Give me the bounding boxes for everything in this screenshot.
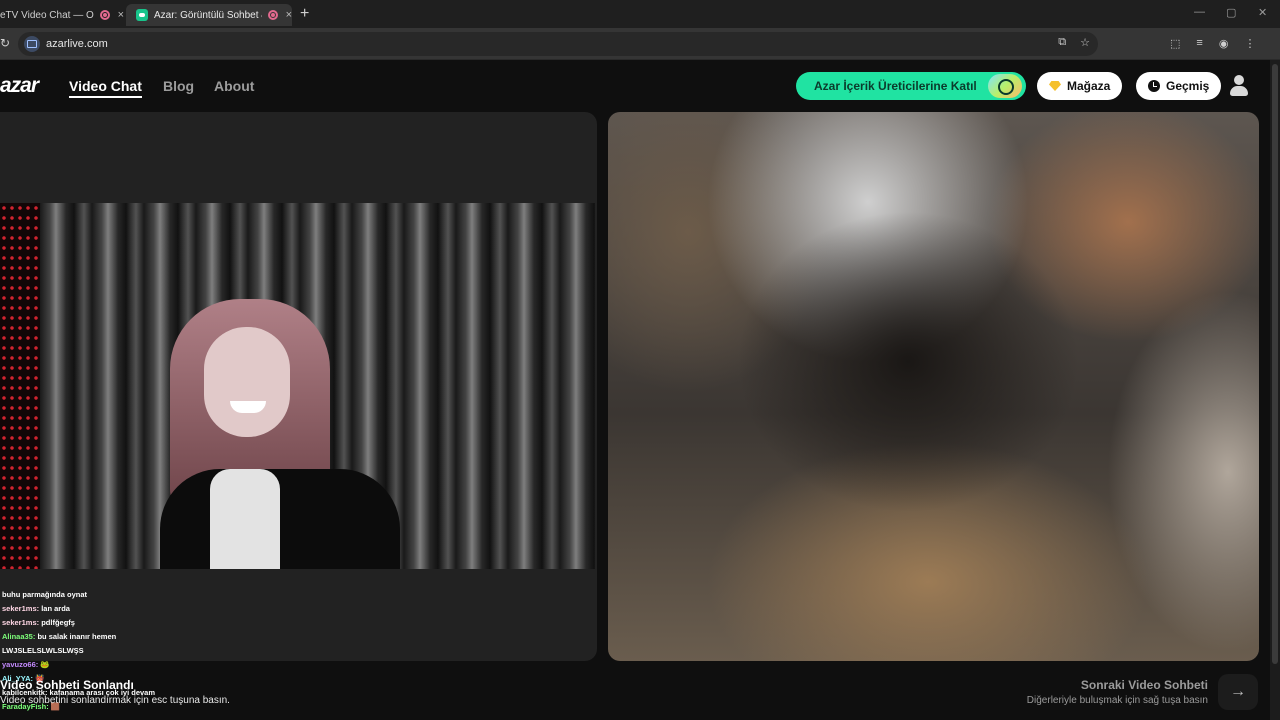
- azar-favicon-icon: [136, 9, 148, 21]
- site-info-icon[interactable]: [24, 36, 40, 52]
- tab-title: eTV Video Chat — Ome: [0, 9, 94, 21]
- maximize-button[interactable]: ▢: [1226, 6, 1236, 19]
- arrow-right-icon: →: [1230, 683, 1246, 700]
- gem-icon: [1049, 81, 1061, 91]
- browser-tab-omegle[interactable]: eTV Video Chat — Ome ×: [0, 4, 124, 26]
- address-bar-row: ↻ azarlive.com ⧉ ☆ ⬚ ≡ ◉ ⋮: [0, 28, 1280, 60]
- shop-button[interactable]: Mağaza: [1037, 72, 1123, 100]
- tab-close-icon[interactable]: ×: [286, 9, 292, 21]
- chat-message: seker1ms: lan arda: [2, 604, 70, 613]
- led-wall: [0, 203, 40, 569]
- browser-menu-icon[interactable]: ⋮: [1244, 37, 1255, 50]
- creator-badge-icon: [988, 74, 1022, 98]
- clock-icon: [1148, 80, 1160, 92]
- chat-text: lan arda: [41, 604, 70, 613]
- extensions-icon[interactable]: ⬚: [1170, 37, 1180, 50]
- chat-text: 🐸: [40, 660, 50, 669]
- chat-username: seker1ms: [2, 604, 37, 613]
- browser-tab-bar: eTV Video Chat — Ome × Azar: Görüntülü S…: [0, 0, 1280, 28]
- profile-icon[interactable]: ◉: [1219, 37, 1229, 50]
- chat-message: yavuzo66: 🐸: [2, 660, 50, 669]
- history-label: Geçmiş: [1166, 79, 1210, 93]
- nav-video-chat[interactable]: Video Chat: [69, 78, 142, 98]
- omnibox[interactable]: azarlive.com ⧉ ☆: [18, 32, 1098, 56]
- shop-label: Mağaza: [1067, 79, 1111, 93]
- chat-username: Alinaa35: [2, 632, 33, 641]
- close-window-button[interactable]: ✕: [1258, 6, 1267, 19]
- recording-icon: [267, 10, 278, 20]
- chat-ended-subtitle: Video sohbetini sonlandırmak için esc tu…: [0, 695, 230, 706]
- shared-stream-video: [0, 203, 595, 569]
- chat-username: seker1ms: [2, 618, 37, 627]
- bookmark-star-icon[interactable]: ☆: [1080, 36, 1090, 49]
- my-video-panel: [0, 112, 597, 661]
- chat-message: buhu parmağında oynat: [2, 588, 422, 602]
- chat-text: LWJSLELSLWLSLWŞS: [2, 646, 84, 655]
- chat-ended-title: Video Sohbeti Sonlandı: [0, 678, 134, 692]
- chat-username: yavuzo66: [2, 660, 36, 669]
- chat-text: pdlfğegfş: [41, 618, 75, 627]
- chat-text: bu salak inanır hemen: [37, 632, 117, 641]
- partner-video-panel-blurred: [608, 112, 1259, 661]
- new-tab-button[interactable]: +: [300, 5, 309, 23]
- chat-message: LWJSLELSLWLSLWŞS: [2, 644, 422, 658]
- site-header: azar Video Chat Blog About Azar İçerik Ü…: [0, 60, 1280, 112]
- nav-blog[interactable]: Blog: [163, 78, 194, 94]
- streamer-figure: [160, 299, 400, 569]
- page-scrollbar[interactable]: [1270, 60, 1280, 720]
- chat-text: buhu parmağında oynat: [2, 590, 88, 599]
- browser-tab-azar[interactable]: Azar: Görüntülü Sohbet & ×: [126, 4, 292, 26]
- reload-icon[interactable]: ↻: [0, 36, 10, 50]
- history-button[interactable]: Geçmiş: [1136, 72, 1222, 100]
- media-controls-icon[interactable]: ≡: [1196, 37, 1202, 50]
- tab-title: Azar: Görüntülü Sohbet &: [154, 9, 262, 21]
- next-chat-subtitle: Diğerleriyle buluşmak için sağ tuşa bası…: [1026, 695, 1208, 706]
- recording-icon: [99, 10, 110, 20]
- install-app-icon[interactable]: ⧉: [1058, 36, 1066, 49]
- next-chat-title: Sonraki Video Sohbeti: [1080, 678, 1208, 692]
- url-text[interactable]: azarlive.com: [46, 38, 108, 50]
- join-creators-label: Azar İçerik Üreticilerine Katıl: [814, 79, 977, 93]
- chat-message: seker1ms: pdlfğegfş: [2, 618, 75, 627]
- join-creators-button[interactable]: Azar İçerik Üreticilerine Katıl: [796, 72, 1026, 100]
- azar-logo[interactable]: azar: [0, 74, 39, 98]
- nav-about[interactable]: About: [214, 78, 254, 94]
- minimize-button[interactable]: —: [1194, 6, 1205, 18]
- tab-close-icon[interactable]: ×: [118, 9, 124, 21]
- chat-message: Alinaa35: bu salak inanır hemen: [2, 632, 117, 641]
- user-avatar-icon[interactable]: [1227, 73, 1251, 99]
- next-chat-button[interactable]: →: [1218, 674, 1258, 710]
